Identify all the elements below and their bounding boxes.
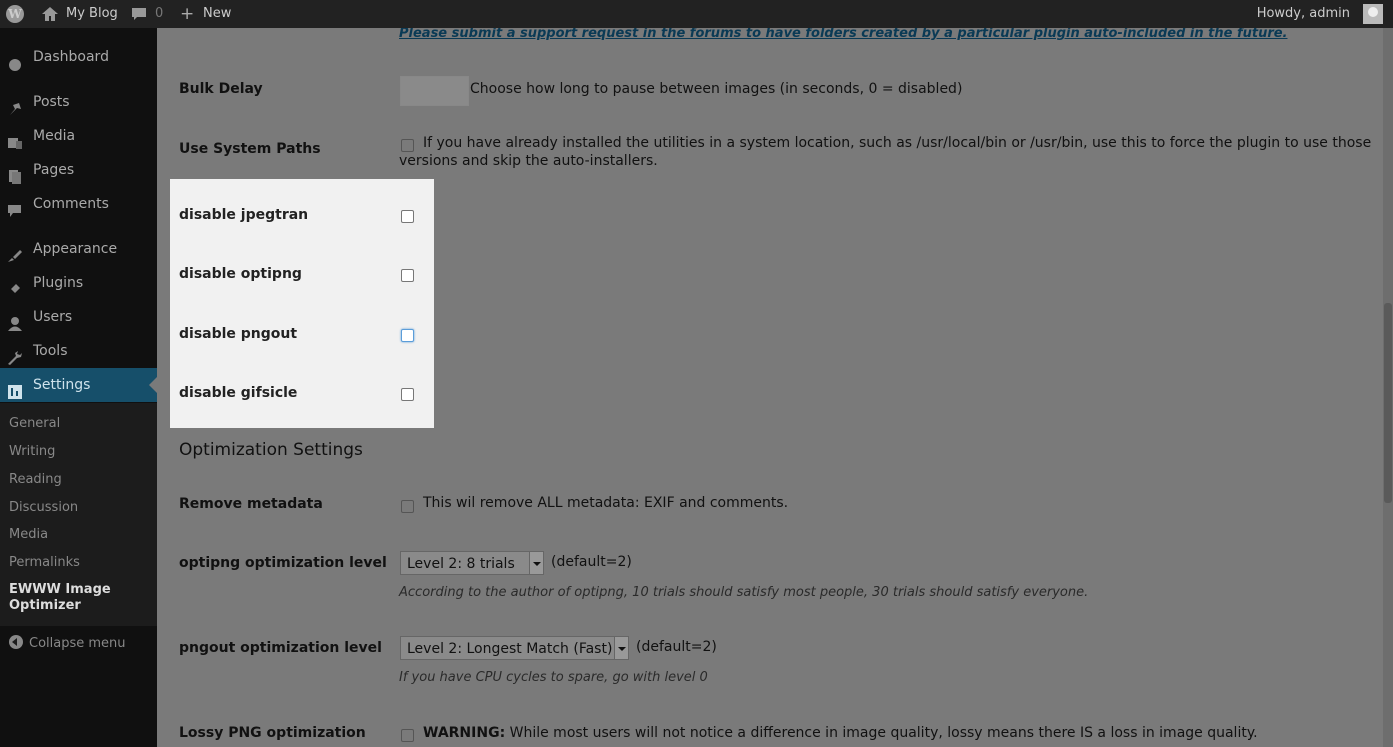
pngout-level-selected: Level 2: Longest Match (Fast) bbox=[407, 641, 613, 657]
sidebar-item-posts[interactable]: Posts bbox=[0, 85, 157, 119]
sidebar-item-tools[interactable]: Tools bbox=[0, 334, 157, 368]
system-paths-description: If you have already installed the utilit… bbox=[423, 135, 1372, 151]
bulk-delay-label: Bulk Delay bbox=[179, 81, 263, 97]
pngout-level-label: pngout optimization level bbox=[179, 640, 382, 656]
pin-icon bbox=[7, 95, 23, 115]
submenu-item-reading[interactable]: Reading bbox=[9, 472, 62, 487]
sidebar-item-label: Pages bbox=[33, 162, 75, 178]
sidebar-item-settings[interactable]: Settings bbox=[0, 368, 157, 402]
dashboard-icon bbox=[7, 50, 23, 71]
collapse-arrow-icon bbox=[9, 635, 23, 649]
sidebar-item-users[interactable]: Users bbox=[0, 300, 157, 334]
submenu-item-general[interactable]: General bbox=[9, 416, 60, 431]
comments-count[interactable]: 0 bbox=[155, 0, 163, 28]
disable-pngout-checkbox[interactable] bbox=[401, 329, 414, 342]
sidebar-item-label: Appearance bbox=[33, 241, 118, 257]
new-content-link[interactable]: New bbox=[203, 0, 231, 28]
sidebar-item-label: Dashboard bbox=[33, 49, 109, 65]
lossy-png-warning: WARNING: bbox=[423, 725, 506, 741]
pages-icon bbox=[7, 163, 23, 184]
sidebar-item-pages[interactable]: Pages bbox=[0, 153, 157, 187]
system-paths-checkbox[interactable] bbox=[401, 139, 414, 152]
settings-icon bbox=[7, 378, 23, 399]
disable-gifsicle-checkbox[interactable] bbox=[401, 388, 414, 401]
submenu-item-writing[interactable]: Writing bbox=[9, 444, 55, 459]
disable-tools-panel: disable jpegtran disable optipng disable… bbox=[170, 179, 434, 428]
plug-icon bbox=[7, 276, 23, 295]
sidebar-item-media[interactable]: Media bbox=[0, 119, 157, 153]
settings-submenu: General Writing Reading Discussion Media… bbox=[0, 403, 157, 626]
brush-icon bbox=[7, 242, 23, 262]
submenu-item-permalinks[interactable]: Permalinks bbox=[9, 555, 80, 570]
submenu-item-discussion[interactable]: Discussion bbox=[9, 500, 78, 515]
optipng-hint: According to the author of optipng, 10 t… bbox=[399, 585, 1089, 600]
remove-metadata-description: This wil remove ALL metadata: EXIF and c… bbox=[423, 495, 789, 511]
sidebar-item-comments[interactable]: Comments bbox=[0, 187, 157, 221]
support-request-link[interactable]: Please submit a support request in the f… bbox=[399, 26, 1288, 41]
wordpress-logo-icon[interactable]: W bbox=[6, 5, 24, 23]
wrench-icon bbox=[7, 344, 23, 365]
disable-optipng-checkbox[interactable] bbox=[401, 269, 414, 282]
comment-icon[interactable] bbox=[131, 0, 147, 28]
sidebar-item-dashboard[interactable]: Dashboard bbox=[0, 40, 157, 74]
scrollbar-thumb[interactable] bbox=[1384, 303, 1392, 503]
current-menu-arrow bbox=[149, 377, 157, 393]
home-icon[interactable] bbox=[41, 0, 59, 28]
avatar[interactable] bbox=[1363, 4, 1383, 24]
remove-metadata-label: Remove metadata bbox=[179, 496, 323, 512]
sidebar-item-plugins[interactable]: Plugins bbox=[0, 266, 157, 300]
sidebar-item-label: Users bbox=[33, 309, 73, 325]
sidebar-item-label: Plugins bbox=[33, 275, 84, 291]
sidebar-item-label: Tools bbox=[33, 343, 68, 359]
user-icon bbox=[7, 310, 23, 331]
lossy-png-label: Lossy PNG optimization bbox=[179, 725, 366, 741]
admin-bar: W My Blog 0 + New Howdy, admin bbox=[0, 0, 1393, 28]
disable-optipng-label: disable optipng bbox=[179, 266, 302, 282]
disable-pngout-label: disable pngout bbox=[179, 326, 298, 342]
optipng-level-selected: Level 2: 8 trials bbox=[407, 556, 515, 572]
lossy-png-description: WARNING: While most users will not notic… bbox=[423, 725, 1258, 741]
lossy-png-text: While most users will not notice a diffe… bbox=[509, 725, 1258, 741]
disable-gifsicle-label: disable gifsicle bbox=[179, 385, 298, 401]
submenu-item-ewww-image-optimizer[interactable]: EWWW Image Optimizer bbox=[9, 582, 129, 614]
optipng-level-label: optipng optimization level bbox=[179, 555, 387, 571]
collapse-menu-label: Collapse menu bbox=[29, 636, 126, 651]
chevron-down-icon bbox=[529, 552, 543, 574]
optipng-level-select[interactable]: Level 2: 8 trials bbox=[400, 551, 544, 575]
sidebar-item-label: Comments bbox=[33, 196, 109, 212]
pngout-default: (default=2) bbox=[636, 639, 717, 655]
sidebar-item-label: Posts bbox=[33, 94, 70, 110]
optimization-settings-heading: Optimization Settings bbox=[179, 440, 363, 460]
chevron-down-icon bbox=[614, 637, 628, 659]
sidebar-item-label: Settings bbox=[33, 377, 91, 393]
pngout-hint: If you have CPU cycles to spare, go with… bbox=[399, 670, 708, 685]
submenu-item-media[interactable]: Media bbox=[9, 527, 48, 542]
plus-icon[interactable]: + bbox=[180, 0, 194, 28]
admin-sidebar: Dashboard Posts Media Pages Comments App… bbox=[0, 28, 157, 747]
disable-jpegtran-checkbox[interactable] bbox=[401, 210, 414, 223]
remove-metadata-checkbox[interactable] bbox=[401, 500, 414, 513]
media-icon bbox=[7, 129, 23, 149]
optipng-default: (default=2) bbox=[551, 554, 632, 570]
system-paths-label: Use System Paths bbox=[179, 141, 321, 157]
lossy-png-checkbox[interactable] bbox=[401, 729, 414, 742]
sidebar-item-appearance[interactable]: Appearance bbox=[0, 232, 157, 266]
bulk-delay-description: Choose how long to pause between images … bbox=[470, 81, 963, 97]
bulk-delay-input[interactable] bbox=[400, 76, 469, 106]
site-name-link[interactable]: My Blog bbox=[66, 0, 118, 28]
howdy-user-link[interactable]: Howdy, admin bbox=[1257, 0, 1350, 28]
sidebar-item-label: Media bbox=[33, 128, 76, 144]
vertical-scrollbar[interactable] bbox=[1383, 28, 1393, 747]
comment-icon bbox=[7, 197, 23, 217]
pngout-level-select[interactable]: Level 2: Longest Match (Fast) bbox=[400, 636, 629, 660]
disable-jpegtran-label: disable jpegtran bbox=[179, 207, 309, 223]
collapse-menu-button[interactable]: Collapse menu bbox=[9, 635, 126, 651]
system-paths-description-2: versions and skip the auto-installers. bbox=[399, 153, 658, 169]
